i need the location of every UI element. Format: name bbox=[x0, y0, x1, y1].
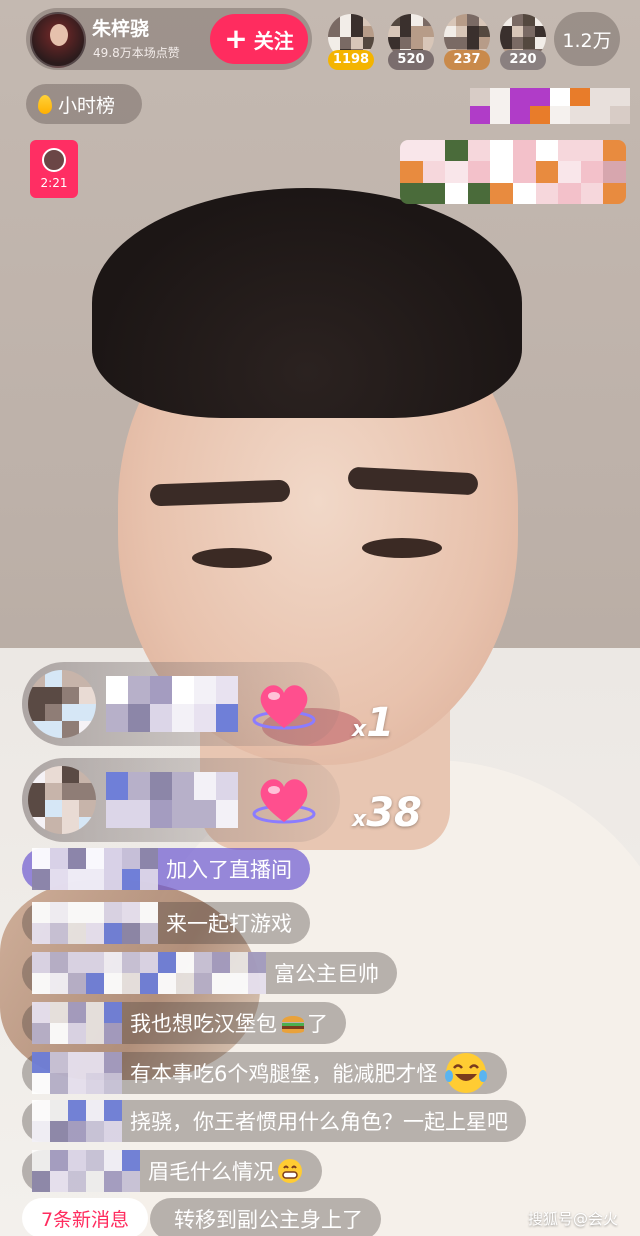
chat-text: 加入了直播间 bbox=[166, 858, 292, 882]
viewer-avatar[interactable]: 220 bbox=[500, 14, 546, 70]
chat-text-tail: 了 bbox=[307, 1012, 328, 1036]
chat-text: 富公主巨帅 bbox=[274, 962, 379, 986]
blurred-username bbox=[32, 952, 266, 994]
chat-message[interactable]: 有本事吃6个鸡腿堡，能减肥才怪 bbox=[22, 1052, 508, 1094]
red-packet-avatar bbox=[42, 148, 66, 172]
grinning-emoji bbox=[278, 1159, 302, 1183]
blurred-username bbox=[32, 1100, 122, 1142]
red-packet-button[interactable]: 2:21 bbox=[30, 140, 78, 198]
heart-gift-icon bbox=[252, 779, 316, 824]
plus-icon: + bbox=[224, 22, 248, 55]
viewer-count-badge: 1198 bbox=[328, 50, 374, 70]
blurred-avatar bbox=[28, 670, 96, 738]
blurred-username bbox=[32, 1002, 122, 1044]
host-avatar[interactable] bbox=[30, 12, 86, 68]
heart-gift-icon bbox=[252, 685, 316, 730]
multiplier-x: x bbox=[352, 717, 367, 742]
red-packet-timer: 2:21 bbox=[40, 176, 68, 190]
laughing-tears-emoji bbox=[445, 1053, 488, 1093]
flame-icon bbox=[38, 94, 52, 114]
chat-message[interactable]: 来一起打游戏 bbox=[22, 902, 310, 944]
follow-label: 关注 bbox=[253, 28, 294, 53]
gift-multiplier: x38 bbox=[352, 790, 422, 836]
blurred-gift-banner[interactable] bbox=[400, 140, 626, 204]
multiplier-number: 38 bbox=[366, 790, 422, 836]
streamer-hair bbox=[92, 188, 522, 418]
chat-text: 有本事吃6个鸡腿堡，能减肥才怪 bbox=[130, 1062, 438, 1086]
hourly-rank-button[interactable]: 小时榜 bbox=[26, 84, 142, 124]
blurred-username bbox=[32, 848, 158, 890]
multiplier-number: 1 bbox=[366, 700, 395, 746]
chat-text: 来一起打游戏 bbox=[166, 912, 292, 936]
chat-text: 眉毛什么情况 bbox=[148, 1160, 274, 1184]
chat-message[interactable]: 富公主巨帅 bbox=[22, 952, 397, 994]
chat-message[interactable]: 眉毛什么情况 bbox=[22, 1150, 322, 1192]
multiplier-x: x bbox=[352, 807, 367, 832]
online-count[interactable]: 1.2万 bbox=[554, 12, 620, 66]
chat-message[interactable]: 转移到副公主身上了 bbox=[150, 1198, 381, 1236]
blurred-sender-name bbox=[106, 676, 238, 732]
viewer-avatar[interactable]: 237 bbox=[444, 14, 490, 70]
host-name: 朱梓骁 bbox=[92, 18, 150, 40]
blurred-username bbox=[32, 1150, 140, 1192]
chat-message[interactable]: 挠骁，你王者惯用什么角色？一起上星吧 bbox=[22, 1100, 526, 1142]
hamburger-emoji bbox=[282, 1016, 304, 1034]
blurred-notice bbox=[470, 88, 630, 124]
viewer-avatar[interactable]: 520 bbox=[388, 14, 434, 70]
viewer-count-badge: 237 bbox=[444, 50, 490, 70]
rank-label: 小时榜 bbox=[58, 94, 116, 117]
viewer-count-badge: 220 bbox=[500, 50, 546, 70]
follow-button[interactable]: + 关注 bbox=[210, 14, 308, 64]
chat-text: 挠骁，你王者惯用什么角色？一起上星吧 bbox=[130, 1110, 508, 1134]
blurred-username bbox=[32, 1052, 122, 1094]
host-likes: 49.8万本场点赞 bbox=[93, 46, 180, 60]
streamer-left-eye bbox=[192, 548, 272, 568]
chat-message[interactable]: 我也想吃汉堡包 了 bbox=[22, 1002, 346, 1044]
gift-multiplier: x1 bbox=[352, 700, 394, 746]
streamer-right-eye bbox=[362, 538, 442, 558]
blurred-avatar bbox=[28, 766, 96, 834]
watermark: 搜狐号@会火 bbox=[528, 1210, 619, 1228]
blurred-sender-name bbox=[106, 772, 238, 828]
new-messages-button[interactable]: 7条新消息 bbox=[22, 1198, 148, 1236]
blurred-username bbox=[32, 902, 158, 944]
viewer-avatar[interactable]: 1198 bbox=[328, 14, 374, 70]
chat-text: 我也想吃汉堡包 bbox=[130, 1012, 277, 1036]
chat-text: 转移到副公主身上了 bbox=[174, 1208, 363, 1232]
chat-join-message[interactable]: 加入了直播间 bbox=[22, 848, 310, 890]
viewer-count-badge: 520 bbox=[388, 50, 434, 70]
